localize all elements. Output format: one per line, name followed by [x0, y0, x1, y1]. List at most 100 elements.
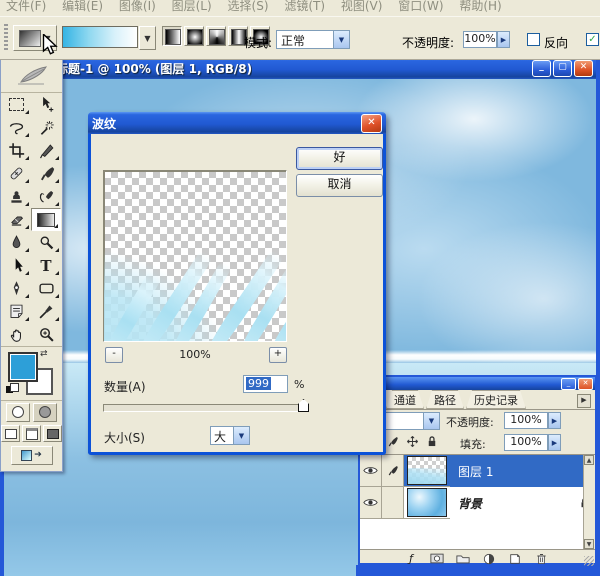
zoom-tool[interactable]: [31, 323, 61, 346]
ok-button[interactable]: 好: [296, 147, 383, 170]
move-tool[interactable]: [31, 93, 61, 116]
menu-image[interactable]: 图像(I): [119, 0, 156, 14]
lock-position-icon[interactable]: [406, 435, 419, 448]
lock-all-icon[interactable]: [426, 435, 438, 448]
hand-tool[interactable]: [1, 323, 31, 346]
fullscreen-menu-button[interactable]: [22, 425, 41, 442]
reverse-checkbox[interactable]: [527, 33, 540, 46]
menu-layer[interactable]: 图层(L): [172, 0, 212, 14]
notes-tool[interactable]: [1, 300, 31, 323]
type-tool[interactable]: T: [31, 254, 61, 277]
gradient-dropdown-button[interactable]: ▼: [139, 26, 156, 50]
tab-history[interactable]: 历史记录: [466, 390, 526, 409]
amount-field[interactable]: 999: [243, 375, 288, 393]
fullscreen-button[interactable]: [43, 425, 62, 442]
chevron-down-icon[interactable]: ▼: [333, 31, 349, 48]
quick-mask-mode-button[interactable]: [33, 403, 57, 422]
background-thumbnail[interactable]: [407, 488, 447, 517]
menu-file[interactable]: 文件(F): [6, 0, 46, 14]
toolbox-header[interactable]: [1, 60, 62, 93]
gradient-tool[interactable]: [31, 208, 61, 231]
menu-view[interactable]: 视图(V): [341, 0, 383, 14]
menu-window[interactable]: 窗口(W): [398, 0, 443, 14]
dialog-title-bar[interactable]: 波纹 ✕: [88, 112, 386, 134]
minimize-button[interactable]: _: [532, 60, 551, 77]
foreground-color-swatch[interactable]: [8, 352, 38, 382]
visibility-toggle[interactable]: [360, 455, 382, 487]
gradient-preview[interactable]: [62, 26, 138, 48]
magic-wand-tool[interactable]: [31, 116, 61, 139]
slider-handle[interactable]: [298, 399, 309, 412]
brush-tool[interactable]: [31, 162, 61, 185]
menu-select[interactable]: 选择(S): [228, 0, 269, 14]
slice-tool[interactable]: [31, 139, 61, 162]
radial-gradient-button[interactable]: [184, 26, 204, 46]
delete-layer-button[interactable]: [534, 552, 548, 565]
layers-scrollbar[interactable]: ▲ ▼: [583, 455, 595, 549]
filter-preview[interactable]: [103, 170, 287, 342]
rect-marquee-tool[interactable]: [1, 93, 31, 116]
opacity-field[interactable]: 100%: [463, 31, 497, 48]
jump-to-imageready-button[interactable]: ➔: [11, 446, 53, 465]
add-mask-button[interactable]: [430, 552, 444, 565]
close-button[interactable]: ✕: [574, 60, 593, 77]
zoom-in-button[interactable]: +: [269, 347, 287, 363]
maximize-button[interactable]: ▢: [553, 60, 572, 77]
standard-mode-button[interactable]: [6, 403, 30, 422]
blend-mode-select[interactable]: 正常 ▼: [276, 30, 350, 49]
active-layer-indicator[interactable]: [382, 455, 404, 487]
link-cell[interactable]: [382, 487, 404, 519]
tab-channels[interactable]: 通道: [386, 390, 424, 409]
tab-paths[interactable]: 路径: [426, 390, 464, 409]
new-layer-button[interactable]: [508, 552, 522, 565]
layer-row-layer1[interactable]: 图层 1: [360, 455, 595, 487]
swap-colors-icon[interactable]: ⇄: [40, 349, 48, 359]
opacity-slider-arrow[interactable]: ▶: [497, 31, 510, 48]
palette-close-button[interactable]: ✕: [578, 378, 593, 390]
healing-brush-tool[interactable]: [1, 162, 31, 185]
menu-filter[interactable]: 滤镜(T): [284, 0, 325, 14]
linear-gradient-button[interactable]: [162, 26, 182, 46]
path-selection-tool[interactable]: [1, 254, 31, 277]
scroll-down-icon[interactable]: ▼: [584, 539, 594, 549]
layer-name[interactable]: 图层 1: [450, 455, 595, 487]
menu-help[interactable]: 帮助(H): [459, 0, 501, 14]
layer-style-button[interactable]: ƒ: [404, 552, 418, 565]
clone-stamp-tool[interactable]: [1, 185, 31, 208]
palette-title-bar[interactable]: _ ✕: [360, 377, 595, 390]
fill-arrow[interactable]: ▶: [548, 434, 561, 451]
chevron-down-icon[interactable]: ▼: [233, 427, 249, 444]
shape-tool[interactable]: [31, 277, 61, 300]
dialog-close-button[interactable]: ✕: [361, 114, 382, 133]
crop-tool[interactable]: [1, 139, 31, 162]
lasso-tool[interactable]: [1, 116, 31, 139]
layer-name[interactable]: 背景: [450, 487, 573, 519]
fill-field[interactable]: 100%: [504, 434, 548, 451]
blur-tool[interactable]: [1, 231, 31, 254]
layer-row-background[interactable]: 背景: [360, 487, 595, 519]
adjustment-layer-button[interactable]: [482, 552, 496, 565]
cancel-button[interactable]: 取消: [296, 174, 383, 197]
default-colors-icon[interactable]: [6, 383, 18, 394]
layer1-thumbnail[interactable]: [407, 456, 447, 485]
dither-checkbox[interactable]: ✓: [586, 33, 599, 46]
document-title-bar[interactable]: 未标题-1 @ 100% (图层 1, RGB/8) _ ▢ ✕: [4, 58, 596, 79]
palette-minimize-button[interactable]: _: [561, 378, 576, 390]
options-bar-grip[interactable]: [4, 24, 8, 52]
size-select[interactable]: 大 ▼: [210, 426, 250, 445]
dodge-tool[interactable]: [31, 231, 61, 254]
layer-opacity-arrow[interactable]: ▶: [548, 412, 561, 429]
chevron-down-icon[interactable]: ▼: [423, 413, 439, 429]
angle-gradient-button[interactable]: [206, 26, 226, 46]
scroll-up-icon[interactable]: ▲: [584, 455, 594, 465]
pen-tool[interactable]: [1, 277, 31, 300]
standard-screen-button[interactable]: [1, 425, 20, 442]
menu-edit[interactable]: 编辑(E): [62, 0, 103, 14]
eraser-tool[interactable]: [1, 208, 31, 231]
lock-paint-brush-icon[interactable]: [386, 435, 399, 448]
visibility-toggle[interactable]: [360, 487, 382, 519]
palette-menu-arrow-icon[interactable]: ▶: [577, 394, 591, 408]
amount-slider[interactable]: [103, 404, 308, 412]
gradient-picker[interactable]: ▼: [62, 26, 156, 48]
history-brush-tool[interactable]: [31, 185, 61, 208]
